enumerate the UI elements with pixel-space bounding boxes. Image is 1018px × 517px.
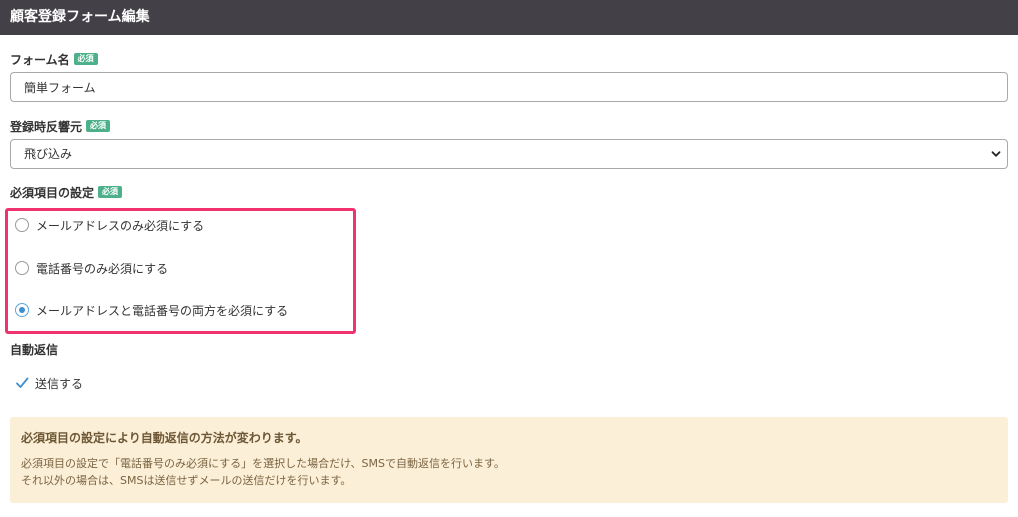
radio-button[interactable] [15, 261, 29, 275]
source-select[interactable]: 飛び込み [10, 139, 1008, 169]
info-notice: 必須項目の設定により自動返信の方法が変わります。 必須項目の設定で「電話番号のみ… [10, 417, 1008, 503]
radio-option-phone-only[interactable]: 電話番号のみ必須にする [15, 259, 168, 277]
required-settings-label-row: 必須項目の設定 必須 [10, 183, 123, 201]
page-header: 顧客登録フォーム編集 [0, 0, 1018, 35]
form-name-label: フォーム名 [10, 52, 70, 67]
auto-reply-label-row: 自動返信 [10, 340, 58, 358]
required-badge: 必須 [86, 120, 111, 132]
source-select-value: 飛び込み [24, 147, 73, 161]
required-badge: 必須 [98, 186, 123, 198]
radio-button[interactable] [15, 218, 29, 232]
required-badge: 必須 [73, 53, 98, 65]
notice-title: 必須項目の設定により自動返信の方法が変わります。 [21, 431, 308, 445]
form-name-label-row: フォーム名 必須 [10, 50, 98, 68]
required-settings-label: 必須項目の設定 [10, 185, 95, 200]
form-name-input[interactable] [10, 72, 1008, 102]
radio-button-selected[interactable] [15, 303, 29, 317]
radio-label: 電話番号のみ必須にする [36, 261, 169, 276]
auto-reply-checkbox-row[interactable]: 送信する [15, 374, 83, 392]
chevron-down-icon [991, 151, 1001, 157]
source-label-row: 登録時反響元 必須 [10, 117, 111, 135]
radio-option-email-only[interactable]: メールアドレスのみ必須にする [15, 216, 204, 234]
notice-line: それ以外の場合は、SMSは送信せずメールの送信だけを行います。 [21, 474, 352, 487]
radio-option-both[interactable]: メールアドレスと電話番号の両方を必須にする [15, 301, 288, 319]
radio-label: メールアドレスと電話番号の両方を必須にする [36, 303, 289, 318]
notice-line: 必須項目の設定で「電話番号のみ必須にする」を選択した場合だけ、SMSで自動返信を… [21, 457, 505, 470]
auto-reply-label: 自動返信 [10, 342, 59, 357]
source-label: 登録時反響元 [10, 119, 83, 134]
radio-label: メールアドレスのみ必須にする [36, 218, 205, 233]
page-title: 顧客登録フォーム編集 [10, 9, 150, 25]
checkbox-checked-icon[interactable] [15, 376, 29, 390]
auto-reply-checkbox-label: 送信する [35, 376, 84, 391]
